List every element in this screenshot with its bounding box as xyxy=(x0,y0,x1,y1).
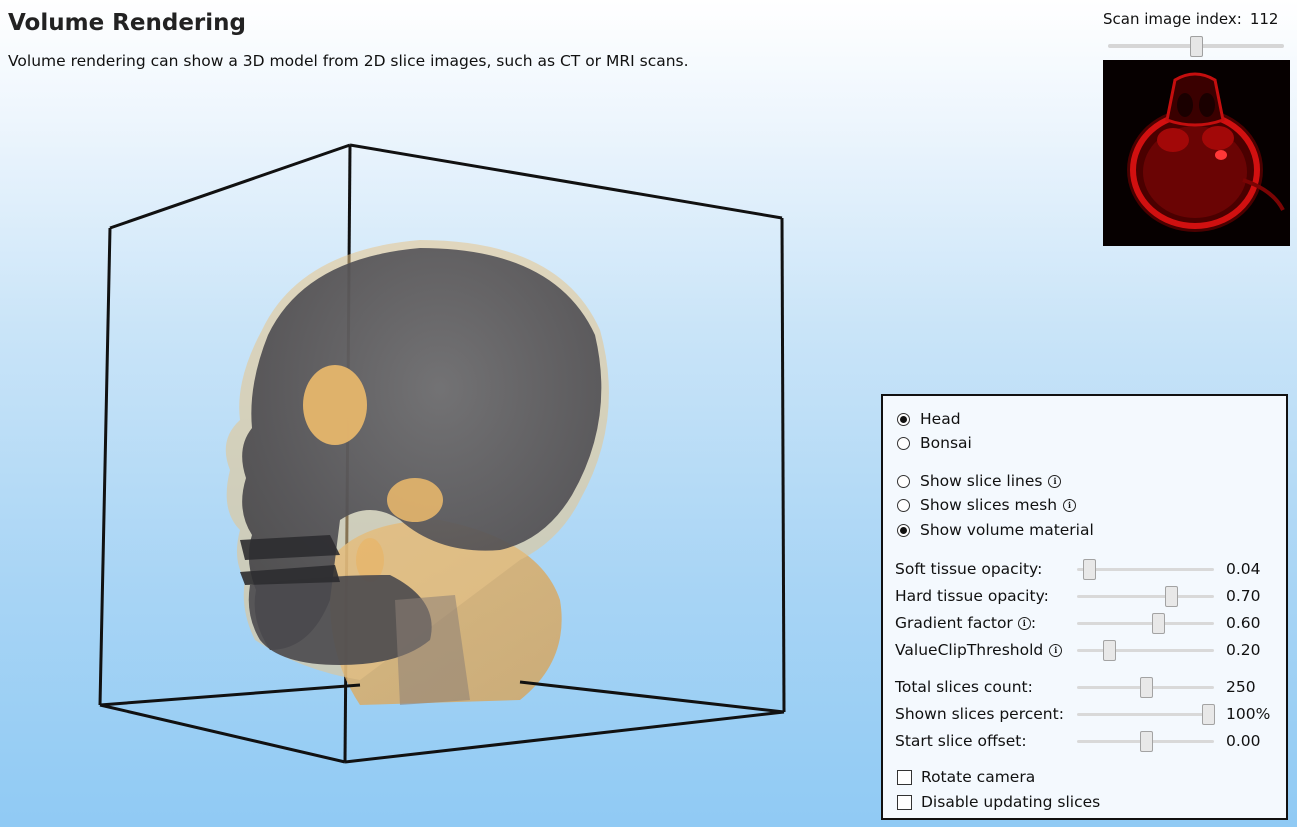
slider-row-shown-slices-percent: Shown slices percent: 100% xyxy=(895,703,1280,725)
radio-head-label: Head xyxy=(920,410,961,428)
radio-bonsai-label: Bonsai xyxy=(920,434,972,452)
radio-button[interactable] xyxy=(897,412,910,426)
disable-updating-slices-label: Disable updating slices xyxy=(921,793,1101,811)
radio-button[interactable] xyxy=(897,474,910,488)
radio-show-slice-lines-label: Show slice lines xyxy=(920,472,1043,490)
value-clip-threshold-slider[interactable] xyxy=(1077,649,1214,652)
info-icon[interactable]: i xyxy=(1049,643,1063,657)
checkbox-box[interactable] xyxy=(897,794,912,810)
head-volume-model xyxy=(225,240,609,705)
rotate-camera-label: Rotate camera xyxy=(921,768,1036,786)
radio-show-slices-mesh[interactable]: Show slices mesh i xyxy=(897,494,1077,516)
hard-tissue-opacity-value: 0.70 xyxy=(1226,587,1261,605)
checkbox-box[interactable] xyxy=(897,769,912,785)
slider-row-total-slices-count: Total slices count: 250 xyxy=(895,676,1280,698)
radio-button[interactable] xyxy=(897,523,910,537)
value-clip-threshold-thumb[interactable] xyxy=(1102,640,1116,661)
value-clip-threshold-label: ValueClipThreshold xyxy=(895,641,1044,659)
shown-slices-percent-value: 100% xyxy=(1226,705,1271,723)
value-clip-threshold-label-group: ValueClipThreshold i xyxy=(895,641,1063,659)
start-slice-offset-value: 0.00 xyxy=(1226,732,1261,750)
hard-tissue-opacity-label: Hard tissue opacity: xyxy=(895,587,1049,605)
slider-row-soft-tissue-opacity: Soft tissue opacity: 0.04 xyxy=(895,558,1280,580)
soft-tissue-opacity-label: Soft tissue opacity: xyxy=(895,560,1043,578)
page-description: Volume rendering can show a 3D model fro… xyxy=(8,52,689,70)
total-slices-count-thumb[interactable] xyxy=(1140,677,1153,698)
gradient-factor-label: Gradient factor xyxy=(895,614,1013,632)
checkbox-disable-updating-slices[interactable]: Disable updating slices xyxy=(897,791,1100,813)
value-clip-threshold-value: 0.20 xyxy=(1226,641,1261,659)
shown-slices-percent-slider[interactable] xyxy=(1077,713,1214,716)
start-slice-offset-label: Start slice offset: xyxy=(895,732,1027,750)
radio-head[interactable]: Head xyxy=(897,408,961,430)
slider-row-gradient-factor: Gradient factor i : 0.60 xyxy=(895,612,1280,634)
scan-slice-image xyxy=(1103,60,1290,246)
radio-show-volume-material-label: Show volume material xyxy=(920,521,1094,539)
scan-index-label: Scan image index: 112 xyxy=(1103,10,1278,28)
shown-slices-percent-label: Shown slices percent: xyxy=(895,705,1064,723)
total-slices-count-label: Total slices count: xyxy=(895,678,1033,696)
scan-index-slider-thumb[interactable] xyxy=(1189,36,1203,57)
slider-row-start-slice-offset: Start slice offset: 0.00 xyxy=(895,730,1280,752)
gradient-factor-value: 0.60 xyxy=(1226,614,1261,632)
soft-tissue-opacity-thumb[interactable] xyxy=(1082,559,1096,580)
gradient-factor-label-group: Gradient factor i : xyxy=(895,614,1036,632)
info-icon[interactable]: i xyxy=(1063,498,1077,512)
gradient-factor-slider[interactable] xyxy=(1077,622,1214,625)
radio-button[interactable] xyxy=(897,436,910,450)
total-slices-count-value: 250 xyxy=(1226,678,1256,696)
radio-button[interactable] xyxy=(897,498,910,512)
info-icon[interactable]: i xyxy=(1017,616,1031,630)
shown-slices-percent-thumb[interactable] xyxy=(1202,704,1215,725)
gradient-factor-thumb[interactable] xyxy=(1152,613,1166,634)
radio-show-slices-mesh-label: Show slices mesh xyxy=(920,496,1058,514)
radio-show-volume-material[interactable]: Show volume material xyxy=(897,519,1094,541)
gradient-factor-colon: : xyxy=(1030,614,1037,632)
start-slice-offset-thumb[interactable] xyxy=(1140,731,1153,752)
slider-row-value-clip-threshold: ValueClipThreshold i 0.20 xyxy=(895,639,1280,661)
page-title: Volume Rendering xyxy=(8,10,246,36)
scan-index-label-text: Scan image index: xyxy=(1103,10,1242,28)
scan-index-value: 112 xyxy=(1249,10,1279,28)
info-icon[interactable]: i xyxy=(1048,474,1062,488)
checkbox-rotate-camera[interactable]: Rotate camera xyxy=(897,766,1035,788)
hard-tissue-opacity-slider[interactable] xyxy=(1077,595,1214,598)
soft-tissue-opacity-value: 0.04 xyxy=(1226,560,1261,578)
radio-bonsai[interactable]: Bonsai xyxy=(897,432,972,454)
soft-tissue-opacity-slider[interactable] xyxy=(1077,568,1214,571)
radio-show-slice-lines[interactable]: Show slice lines i xyxy=(897,470,1062,492)
slider-row-hard-tissue-opacity: Hard tissue opacity: 0.70 xyxy=(895,585,1280,607)
hard-tissue-opacity-thumb[interactable] xyxy=(1164,586,1178,607)
settings-panel: Head Bonsai Show slice lines i Show slic… xyxy=(881,394,1288,820)
